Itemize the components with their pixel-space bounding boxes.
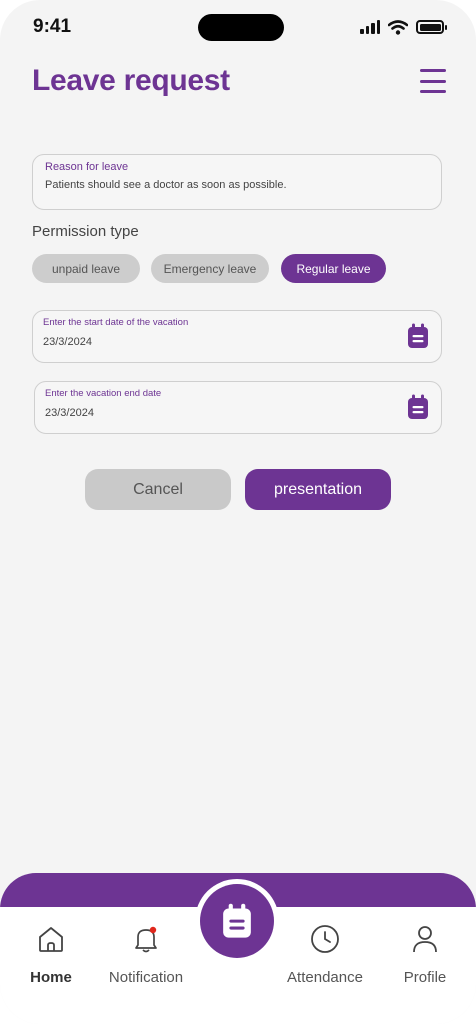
calendar-fab-button[interactable] (200, 884, 274, 958)
cancel-button[interactable]: Cancel (85, 469, 231, 510)
phone-screen: 9:41 Leave request Reason for leave Pati… (0, 0, 476, 1024)
end-date-field[interactable]: Enter the vacation end date 23/3/2024 (34, 381, 442, 434)
start-date-field[interactable]: Enter the start date of the vacation 23/… (32, 310, 442, 363)
wifi-icon (388, 19, 408, 35)
calendar-icon (223, 903, 251, 938)
reason-input[interactable]: Patients should see a doctor as soon as … (45, 179, 429, 191)
nav-attendance-label: Attendance (287, 969, 363, 986)
calendar-icon[interactable] (407, 394, 429, 420)
page-title: Leave request (32, 64, 230, 97)
battery-icon (416, 20, 447, 34)
dynamic-island (198, 14, 284, 41)
nav-profile[interactable]: Profile (375, 922, 475, 986)
permission-type-chips: unpaid leave Emergency leave Regular lea… (0, 254, 476, 284)
nav-home[interactable]: Home (1, 922, 101, 986)
status-time: 9:41 (33, 16, 72, 37)
nav-home-label: Home (30, 969, 72, 986)
permission-type-label: Permission type (32, 223, 139, 240)
end-date-value[interactable]: 23/3/2024 (45, 407, 431, 419)
status-icons (360, 18, 447, 36)
chip-unpaid-leave[interactable]: unpaid leave (32, 254, 140, 283)
reason-field[interactable]: Reason for leave Patients should see a d… (32, 154, 442, 210)
nav-notification-label: Notification (108, 969, 184, 986)
chip-regular-leave[interactable]: Regular leave (281, 254, 386, 283)
presentation-button[interactable]: presentation (245, 469, 391, 510)
chip-emergency-leave[interactable]: Emergency leave (151, 254, 269, 283)
home-icon (39, 927, 63, 952)
reason-label: Reason for leave (45, 161, 129, 173)
start-date-label: Enter the start date of the vacation (43, 317, 189, 328)
nav-profile-label: Profile (403, 969, 447, 986)
start-date-value[interactable]: 23/3/2024 (43, 336, 431, 348)
user-icon (413, 926, 437, 953)
bell-icon (135, 926, 157, 953)
clock-icon (311, 925, 339, 953)
nav-attendance[interactable]: Attendance (275, 922, 375, 986)
signal-icon (360, 20, 380, 34)
calendar-icon[interactable] (407, 323, 429, 349)
end-date-label: Enter the vacation end date (45, 388, 162, 399)
nav-notification[interactable]: Notification (96, 922, 196, 986)
hamburger-menu-icon[interactable] (420, 68, 446, 94)
